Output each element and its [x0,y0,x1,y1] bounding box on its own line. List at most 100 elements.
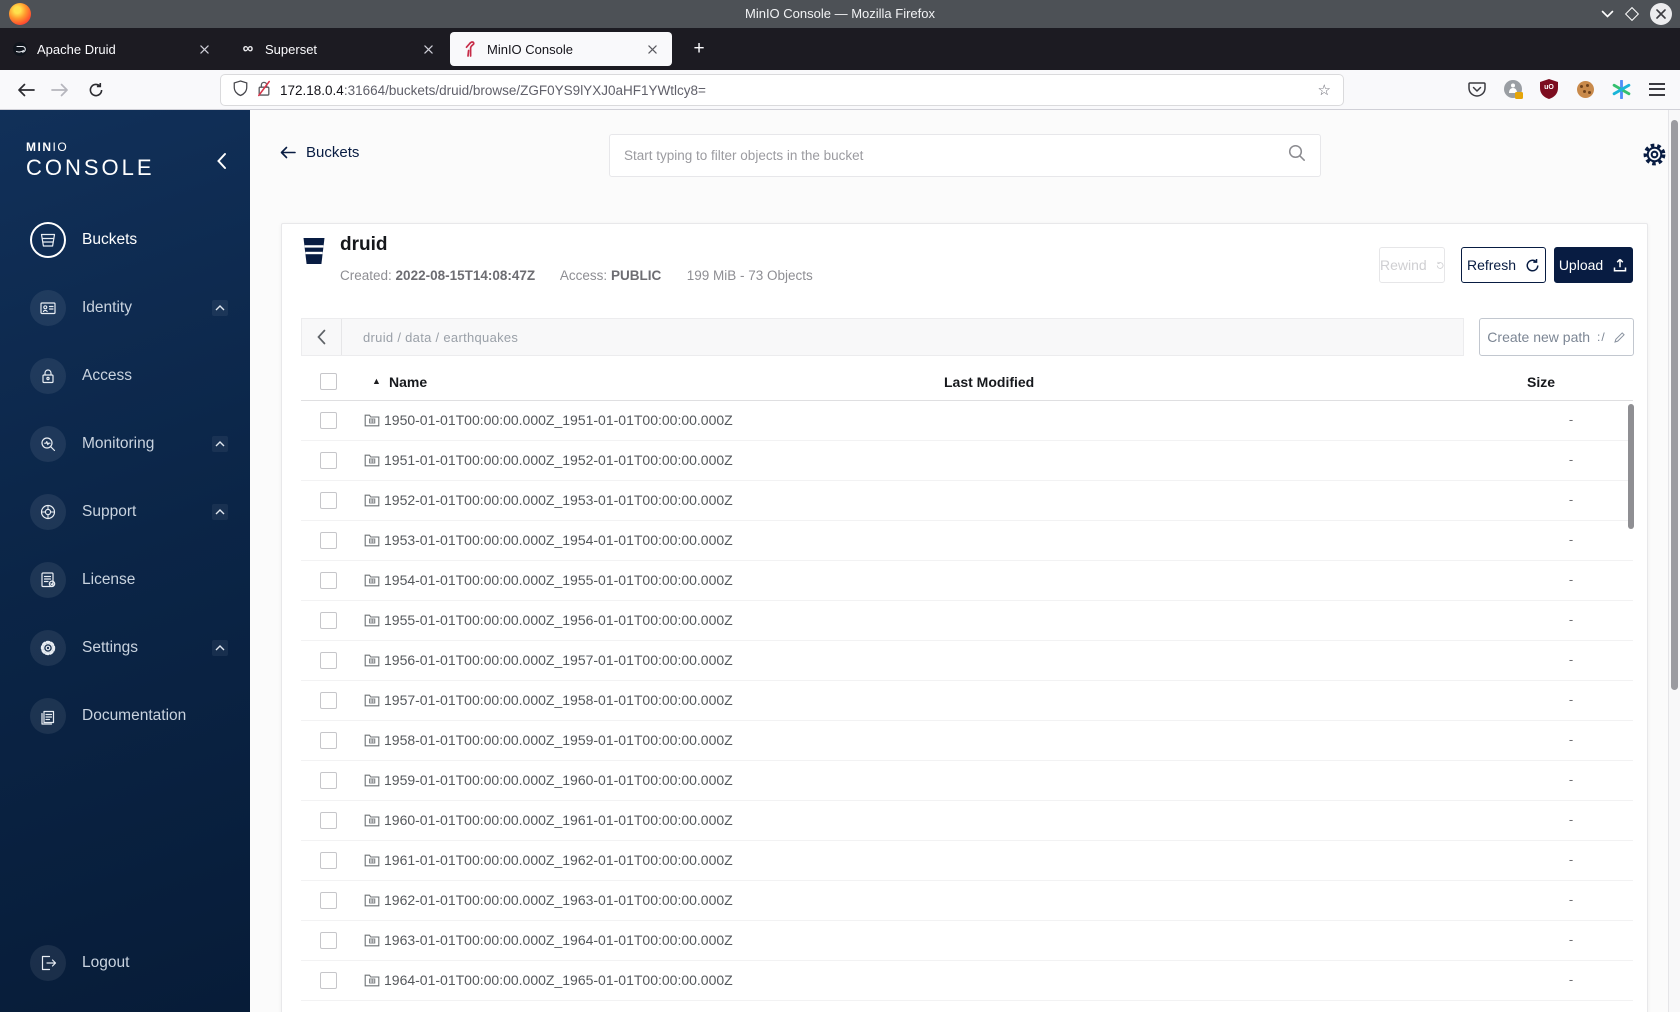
sidebar-item-license[interactable]: License [30,562,228,598]
breadcrumb[interactable]: druid / data / earthquakes [342,330,518,345]
object-row[interactable]: 1962-01-01T00:00:00.000Z_1963-01-01T00:0… [301,881,1633,921]
object-row[interactable]: 1958-01-01T00:00:00.000Z_1959-01-01T00:0… [301,721,1633,761]
tab-close-icon[interactable] [418,39,438,59]
object-row[interactable]: 1957-01-01T00:00:00.000Z_1958-01-01T00:0… [301,681,1633,721]
close-button[interactable] [1650,3,1672,25]
object-name[interactable]: 1961-01-01T00:00:00.000Z_1962-01-01T00:0… [384,852,733,868]
rewind-button[interactable]: Rewind [1379,247,1445,283]
tab-superset[interactable]: ∞ Superset [228,28,448,70]
object-row[interactable]: 1950-01-01T00:00:00.000Z_1951-01-01T00:0… [301,401,1633,441]
asterisk-extension-icon[interactable] [1610,78,1632,100]
tracking-shield-icon[interactable] [233,80,248,100]
object-name[interactable]: 1951-01-01T00:00:00.000Z_1952-01-01T00:0… [384,452,733,468]
column-size[interactable]: Size [1527,374,1555,390]
object-row[interactable]: 1961-01-01T00:00:00.000Z_1962-01-01T00:0… [301,841,1633,881]
sort-asc-icon[interactable]: ▲ [372,376,381,386]
object-name[interactable]: 1956-01-01T00:00:00.000Z_1957-01-01T00:0… [384,652,733,668]
sidebar-item-support[interactable]: Support [30,494,228,530]
path-back-chevron-icon[interactable] [302,319,342,355]
object-name[interactable]: 1954-01-01T00:00:00.000Z_1955-01-01T00:0… [384,572,733,588]
row-checkbox[interactable] [320,772,337,789]
tab-apache-druid[interactable]: Apache Druid [0,28,224,70]
menu-hamburger-icon[interactable] [1646,78,1668,100]
upload-button[interactable]: Upload [1554,247,1633,283]
sidebar-item-logout[interactable]: Logout [30,945,228,981]
object-name[interactable]: 1962-01-01T00:00:00.000Z_1963-01-01T00:0… [384,892,733,908]
page-scrollbar-track[interactable] [1668,110,1680,1012]
tab-close-icon[interactable] [194,39,214,59]
row-checkbox[interactable] [320,492,337,509]
select-all-checkbox[interactable] [320,373,337,390]
object-name[interactable]: 1955-01-01T00:00:00.000Z_1956-01-01T00:0… [384,612,733,628]
forward-icon[interactable] [48,78,72,102]
object-row[interactable]: 1951-01-01T00:00:00.000Z_1952-01-01T00:0… [301,441,1633,481]
column-name[interactable]: Name [389,374,427,390]
search-input[interactable] [624,148,1288,163]
cookie-icon[interactable] [1574,78,1596,100]
sidebar-item-access[interactable]: Access [30,358,228,394]
row-checkbox[interactable] [320,692,337,709]
maximize-button[interactable] [1624,6,1640,22]
object-row[interactable]: 1953-01-01T00:00:00.000Z_1954-01-01T00:0… [301,521,1633,561]
pocket-icon[interactable] [1466,78,1488,100]
object-name[interactable]: 1963-01-01T00:00:00.000Z_1964-01-01T00:0… [384,932,733,948]
row-checkbox[interactable] [320,932,337,949]
sidebar-item-documentation[interactable]: Documentation [30,698,228,734]
tab-close-icon[interactable] [642,39,662,59]
sidebar-item-identity[interactable]: Identity [30,290,228,326]
reload-icon[interactable] [84,78,108,102]
object-name[interactable]: 1957-01-01T00:00:00.000Z_1958-01-01T00:0… [384,692,733,708]
ublock-icon[interactable]: uO [1538,78,1560,100]
row-checkbox[interactable] [320,612,337,629]
chevron-up-icon[interactable] [212,504,228,520]
object-name[interactable]: 1958-01-01T00:00:00.000Z_1959-01-01T00:0… [384,732,733,748]
back-to-buckets-link[interactable]: Buckets [280,144,359,161]
minimize-button[interactable] [1601,5,1614,23]
extension-lock-icon[interactable] [1502,78,1524,100]
object-name[interactable]: 1950-01-01T00:00:00.000Z_1951-01-01T00:0… [384,412,733,428]
back-icon[interactable] [14,78,38,102]
console-settings-gear-icon[interactable] [1640,140,1668,168]
object-name[interactable]: 1952-01-01T00:00:00.000Z_1953-01-01T00:0… [384,492,733,508]
sidebar-item-monitoring[interactable]: Monitoring [30,426,228,462]
row-checkbox[interactable] [320,852,337,869]
insecure-lock-icon[interactable] [257,80,271,100]
sidebar-collapse-icon[interactable] [216,152,232,170]
object-filter-search[interactable] [609,134,1321,177]
object-row[interactable]: 1959-01-01T00:00:00.000Z_1960-01-01T00:0… [301,761,1633,801]
url-bar[interactable]: 172.18.0.4:31664/buckets/druid/browse/ZG… [221,75,1343,105]
tab-minio-console[interactable]: MinIO Console [450,32,672,66]
row-checkbox[interactable] [320,452,337,469]
object-row[interactable]: 1965-01-01T00:00:00.000Z_1966-01-01T00:0… [301,1001,1633,1012]
create-new-path-button[interactable]: Create new path :/ [1479,318,1634,356]
object-row[interactable]: 1963-01-01T00:00:00.000Z_1964-01-01T00:0… [301,921,1633,961]
object-row[interactable]: 1955-01-01T00:00:00.000Z_1956-01-01T00:0… [301,601,1633,641]
object-name[interactable]: 1960-01-01T00:00:00.000Z_1961-01-01T00:0… [384,812,733,828]
object-row[interactable]: 1956-01-01T00:00:00.000Z_1957-01-01T00:0… [301,641,1633,681]
object-row[interactable]: 1960-01-01T00:00:00.000Z_1961-01-01T00:0… [301,801,1633,841]
object-row[interactable]: 1952-01-01T00:00:00.000Z_1953-01-01T00:0… [301,481,1633,521]
row-checkbox[interactable] [320,412,337,429]
row-checkbox[interactable] [320,732,337,749]
object-name[interactable]: 1964-01-01T00:00:00.000Z_1965-01-01T00:0… [384,972,733,988]
chevron-up-icon[interactable] [212,640,228,656]
column-last-modified[interactable]: Last Modified [944,374,1034,390]
table-scrollbar[interactable] [1628,404,1634,529]
sidebar-item-settings[interactable]: Settings [30,630,228,666]
chevron-up-icon[interactable] [212,436,228,452]
row-checkbox[interactable] [320,532,337,549]
new-tab-button[interactable]: + [686,36,712,62]
object-row[interactable]: 1964-01-01T00:00:00.000Z_1965-01-01T00:0… [301,961,1633,1001]
page-scrollbar-thumb[interactable] [1671,120,1678,690]
object-row[interactable]: 1954-01-01T00:00:00.000Z_1955-01-01T00:0… [301,561,1633,601]
sidebar-item-buckets[interactable]: Buckets [30,222,228,258]
object-name[interactable]: 1959-01-01T00:00:00.000Z_1960-01-01T00:0… [384,772,733,788]
row-checkbox[interactable] [320,892,337,909]
row-checkbox[interactable] [320,572,337,589]
row-checkbox[interactable] [320,972,337,989]
object-name[interactable]: 1953-01-01T00:00:00.000Z_1954-01-01T00:0… [384,532,733,548]
refresh-button[interactable]: Refresh [1461,247,1546,283]
bookmark-star-icon[interactable]: ☆ [1318,81,1331,99]
row-checkbox[interactable] [320,812,337,829]
chevron-up-icon[interactable] [212,300,228,316]
